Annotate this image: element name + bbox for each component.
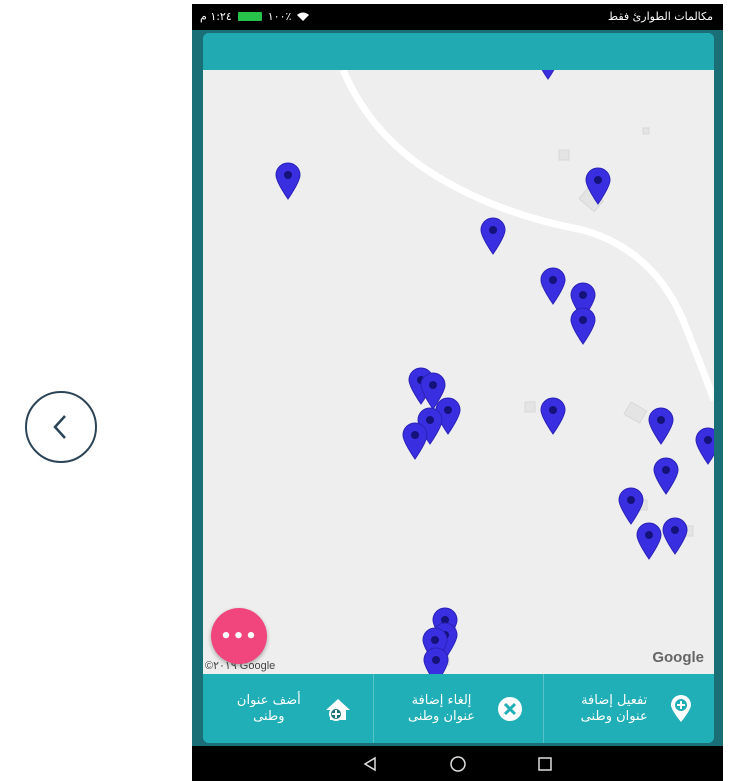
map-marker-icon[interactable]: [540, 267, 566, 305]
cancel-add-button[interactable]: إلغاء إضافة عنوان وطنى: [374, 674, 545, 743]
add-address-label: أضف عنوان وطنى: [236, 692, 301, 724]
map-marker-icon[interactable]: [480, 217, 506, 255]
cancel-circle-icon: [498, 696, 522, 721]
more-options-fab[interactable]: •••: [211, 608, 267, 664]
map-marker-icon[interactable]: [648, 407, 674, 445]
google-logo: Google: [652, 649, 704, 666]
map-view[interactable]: Google ©٢٠١٩ Google: [203, 70, 714, 674]
nav-home-icon[interactable]: [449, 755, 467, 773]
map-marker-icon[interactable]: [402, 422, 428, 460]
status-carrier: مكالمات الطوارئ فقط: [607, 10, 713, 23]
address-dialog: Google ©٢٠١٩ Google ••• أضف عنوان وطنى إ…: [203, 33, 714, 743]
phone-frame: ١:٢٤ م ١٠٠٪ مكالمات الطوارئ فقط Google ©…: [192, 4, 723, 781]
map-canvas: [278, 70, 714, 666]
status-bar: ١:٢٤ م ١٠٠٪ مكالمات الطوارئ فقط: [192, 4, 723, 30]
map-marker-icon[interactable]: [662, 517, 688, 555]
dialog-header: [203, 33, 714, 70]
nav-recents-icon[interactable]: [537, 756, 553, 772]
map-marker-icon[interactable]: [618, 487, 644, 525]
battery-percent: ١٠٠٪: [267, 10, 292, 23]
location-add-icon: [670, 694, 691, 722]
back-button[interactable]: [25, 391, 97, 463]
map-marker-icon[interactable]: [653, 457, 679, 495]
map-marker-icon[interactable]: [423, 647, 449, 674]
add-home-icon: [326, 698, 351, 721]
map-marker-icon[interactable]: [540, 397, 566, 435]
enable-add-button[interactable]: تفعيل إضافة عنوان وطنى: [544, 674, 714, 743]
map-marker-icon[interactable]: [695, 427, 714, 465]
map-marker-icon[interactable]: [275, 162, 301, 200]
nav-back-icon[interactable]: [363, 756, 379, 772]
cancel-add-label: إلغاء إضافة عنوان وطنى: [407, 692, 476, 724]
map-marker-icon[interactable]: [636, 522, 662, 560]
app-background: Google ©٢٠١٩ Google ••• أضف عنوان وطنى إ…: [192, 30, 723, 746]
add-address-button[interactable]: أضف عنوان وطنى: [203, 674, 374, 743]
map-marker-icon[interactable]: [570, 307, 596, 345]
battery-icon: [237, 12, 262, 21]
status-time: ١:٢٤ م: [200, 10, 232, 23]
system-nav-bar: [192, 746, 723, 781]
wifi-icon: [297, 12, 310, 21]
enable-add-label: تفعيل إضافة عنوان وطنى: [580, 692, 648, 724]
chevron-left-icon: [53, 415, 66, 439]
action-bar: أضف عنوان وطنى إلغاء إضافة عنوان وطنى تف…: [203, 674, 714, 743]
map-marker-icon[interactable]: [585, 167, 611, 205]
map-marker-icon[interactable]: [535, 70, 561, 80]
more-dots-icon: •••: [220, 625, 258, 647]
